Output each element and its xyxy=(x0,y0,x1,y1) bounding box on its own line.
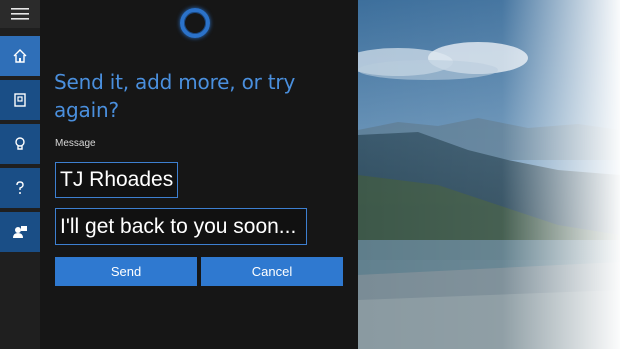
nav-item-help[interactable] xyxy=(0,168,40,208)
nav-item-feedback[interactable] xyxy=(0,212,40,252)
feedback-icon xyxy=(13,226,27,238)
hamburger-icon xyxy=(11,8,29,20)
recipient-field[interactable]: TJ Rhoades xyxy=(55,162,179,198)
cancel-button[interactable]: Cancel xyxy=(201,257,343,286)
send-button[interactable]: Send xyxy=(55,257,197,286)
background-landscape-image xyxy=(358,0,620,349)
message-label: Message xyxy=(55,138,96,149)
message-field[interactable]: I'll get back to you soon... xyxy=(55,208,307,245)
help-icon xyxy=(16,181,24,194)
cortana-logo-icon xyxy=(180,8,210,38)
notebook-icon xyxy=(14,93,26,107)
lightbulb-icon xyxy=(15,137,25,150)
hamburger-menu-button[interactable] xyxy=(0,0,40,28)
nav-item-home[interactable] xyxy=(0,36,40,76)
nav-item-notebook[interactable] xyxy=(0,80,40,120)
nav-item-reminders[interactable] xyxy=(0,124,40,164)
nav-rail xyxy=(0,0,40,349)
cortana-prompt: Send it, add more, or try again? xyxy=(54,70,296,122)
home-icon xyxy=(13,49,27,63)
